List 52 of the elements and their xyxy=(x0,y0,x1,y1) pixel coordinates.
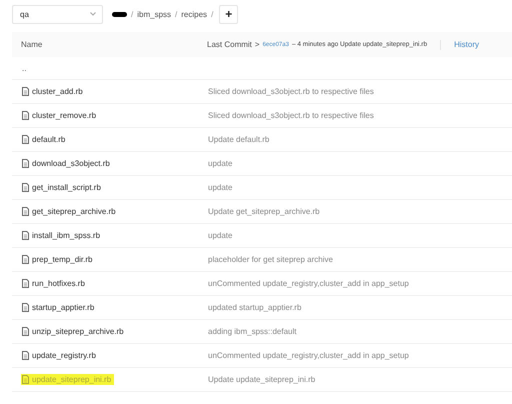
commit-message: Update update_siteprep_ini.rb xyxy=(208,375,316,384)
commit-message: Sliced download_s3object.rb to respective files xyxy=(208,111,375,120)
column-header: Name xyxy=(21,40,44,49)
add-button[interactable]: + xyxy=(219,4,238,24)
file-icon xyxy=(22,207,29,216)
file-icon xyxy=(22,231,29,240)
chevron-text: > xyxy=(254,40,260,49)
file-icon xyxy=(22,111,29,120)
history-link[interactable]: History xyxy=(454,40,479,49)
file-link[interactable]: install_ibm_spss.rb xyxy=(21,230,104,241)
commit-message: Update get_siteprep_archive.rb xyxy=(208,207,321,216)
file-link[interactable]: prep_temp_dir.rb xyxy=(21,254,96,265)
branch-select[interactable]: qa xyxy=(12,4,103,24)
commit-message: update xyxy=(208,183,234,192)
commit-message: update xyxy=(208,159,234,168)
file-link[interactable]: startup_apptier.rb xyxy=(21,302,98,313)
breadcrumb-link[interactable]: ibm_spss xyxy=(137,10,172,18)
branch-value: qa xyxy=(20,10,29,18)
commit-message: updated startup_apptier.rb xyxy=(208,303,302,312)
file-icon xyxy=(22,87,29,96)
file-link[interactable]: update_registry.rb xyxy=(21,350,99,361)
file-link[interactable]: unzip_siteprep_archive.rb xyxy=(21,326,127,337)
file-link[interactable]: get_install_script.rb xyxy=(21,182,104,193)
breadcrumb-separator: / xyxy=(131,10,134,18)
chevron-down-icon xyxy=(90,12,96,16)
file-link[interactable]: get_siteprep_archive.rb xyxy=(21,206,119,217)
commit-message: update xyxy=(208,231,234,240)
file-icon xyxy=(22,303,29,312)
commit-message: adding ibm_spss::default xyxy=(208,327,298,336)
file-icon xyxy=(22,183,29,192)
commit-message: unCommented update_registry,cluster_add in app_setup xyxy=(208,279,410,288)
breadcrumb-link[interactable]: recipes xyxy=(181,10,208,18)
commit-message: Sliced download_s3object.rb to respective files xyxy=(208,87,375,96)
commit-message: placeholder for get siteprep archive xyxy=(208,255,334,264)
file-link[interactable]: run_hotfixes.rb xyxy=(21,278,88,289)
file-icon xyxy=(22,159,29,168)
file-link[interactable]: download_s3object.rb xyxy=(21,158,113,169)
file-icon xyxy=(22,351,29,360)
file-icon xyxy=(22,135,29,144)
commit-message: unCommented update_registry,cluster_add in app_setup xyxy=(208,351,410,360)
file-icon xyxy=(22,279,29,288)
file-link[interactable]: default.rb xyxy=(21,134,68,145)
file-link[interactable]: cluster_remove.rb xyxy=(21,110,100,121)
breadcrumb-separator: / xyxy=(211,10,214,18)
file-link[interactable]: cluster_add.rb xyxy=(21,86,86,97)
commit-message: Update default.rb xyxy=(208,135,270,144)
column-header: Last Commit xyxy=(207,40,252,49)
file-icon xyxy=(22,327,29,336)
breadcrumb-separator: / xyxy=(175,10,178,18)
parent-directory-link[interactable]: .. xyxy=(22,64,208,72)
file-icon xyxy=(22,255,29,264)
file-icon xyxy=(22,375,29,384)
